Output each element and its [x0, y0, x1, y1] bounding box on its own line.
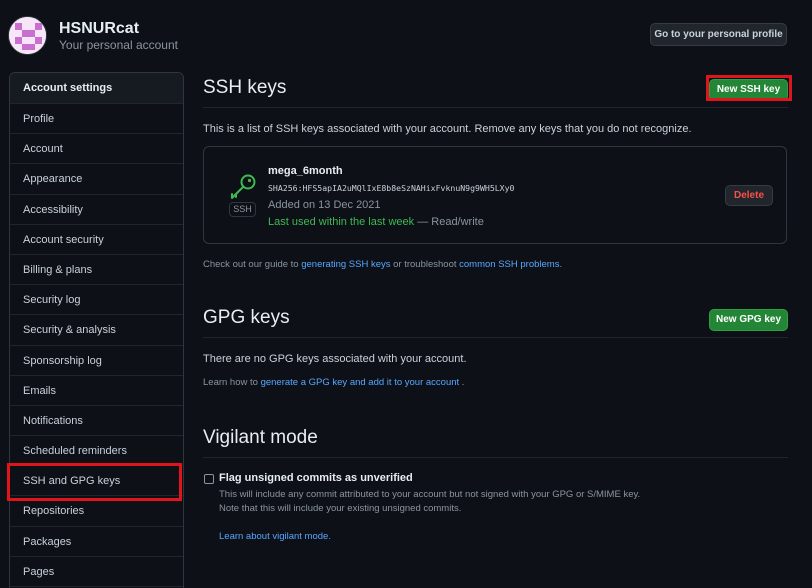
- delete-ssh-key-button[interactable]: Delete: [725, 185, 773, 206]
- gpg-learn-prefix: Learn how to: [203, 377, 258, 388]
- ssh-guide-middle: or troubleshoot: [393, 259, 457, 270]
- sidebar-item-emails[interactable]: Emails: [10, 376, 183, 406]
- ssh-guide-suffix: .: [559, 259, 563, 270]
- vigilant-mode-title: Vigilant mode: [203, 427, 318, 448]
- sidebar-item-repositories[interactable]: Repositories: [10, 496, 183, 527]
- gpg-learn-suffix: .: [461, 377, 465, 388]
- ssh-guide-text: Check out our guide to generating SSH ke…: [203, 259, 562, 270]
- sidebar-item-security-log[interactable]: Security log: [10, 285, 183, 316]
- new-gpg-key-button[interactable]: New GPG key: [709, 309, 788, 331]
- sidebar-item-appearance[interactable]: Appearance: [10, 164, 183, 195]
- ssh-key-added-date: Added on 13 Dec 2021: [268, 199, 381, 211]
- user-header: HSNURcat Your personal account: [8, 16, 178, 55]
- sidebar-heading: Account settings: [10, 73, 183, 104]
- sidebar-item-ssh-gpg-keys[interactable]: SSH and GPG keys: [10, 466, 183, 497]
- sidebar-item-sponsorship-log[interactable]: Sponsorship log: [10, 346, 183, 376]
- sidebar-item-packages[interactable]: Packages: [10, 527, 183, 557]
- sidebar-item-scheduled-reminders[interactable]: Scheduled reminders: [10, 436, 183, 467]
- username[interactable]: HSNURcat: [59, 19, 178, 38]
- sidebar-item-profile[interactable]: Profile: [10, 104, 183, 135]
- generating-ssh-keys-link[interactable]: generating SSH keys: [301, 259, 390, 270]
- sidebar-item-billing[interactable]: Billing & plans: [10, 255, 183, 286]
- ssh-key-usage: Last used within the last week — Read/wr…: [268, 216, 484, 228]
- settings-sidebar: Account settings Profile Account Appeara…: [9, 72, 184, 588]
- key-icon: [228, 173, 258, 204]
- sidebar-item-security-analysis[interactable]: Security & analysis: [10, 315, 183, 346]
- generate-gpg-key-link[interactable]: generate a GPG key and add it to your ac…: [261, 377, 460, 388]
- ssh-description: This is a list of SSH keys associated wi…: [203, 123, 692, 135]
- learn-vigilant-mode-link[interactable]: Learn about vigilant mode.: [219, 531, 331, 542]
- gpg-empty-text: There are no GPG keys associated with yo…: [203, 353, 467, 365]
- vigilant-section-header: Vigilant mode: [203, 422, 788, 458]
- avatar[interactable]: [8, 16, 47, 55]
- flag-unsigned-commits-checkbox[interactable]: [204, 474, 214, 484]
- common-ssh-problems-link[interactable]: common SSH problems: [459, 259, 559, 270]
- ssh-key-last-used: Last used within the last week: [268, 216, 415, 228]
- gpg-section-header: GPG keys New GPG key: [203, 302, 788, 338]
- ssh-key-name: mega_6month: [268, 165, 343, 177]
- gpg-keys-title: GPG keys: [203, 307, 290, 328]
- ssh-section-header: SSH keys New SSH key: [203, 72, 788, 108]
- sidebar-item-pages[interactable]: Pages: [10, 557, 183, 587]
- account-subtitle: Your personal account: [59, 37, 178, 52]
- ssh-badge: SSH: [229, 202, 256, 217]
- ssh-guide-prefix: Check out our guide to: [203, 259, 299, 270]
- sidebar-item-account[interactable]: Account: [10, 134, 183, 165]
- main-content: SSH keys New SSH key This is a list of S…: [203, 72, 788, 542]
- sidebar-item-notifications[interactable]: Notifications: [10, 406, 183, 437]
- gpg-learn-text: Learn how to generate a GPG key and add …: [203, 377, 464, 388]
- sidebar-item-accessibility[interactable]: Accessibility: [10, 195, 183, 225]
- vigilant-help-line2: Note that this will include your existin…: [219, 503, 462, 514]
- go-to-profile-button[interactable]: Go to your personal profile: [650, 23, 787, 46]
- ssh-key-card: SSH mega_6month SHA256:HFS5apIA2uMQlIxE8…: [203, 146, 787, 244]
- new-ssh-key-button[interactable]: New SSH key: [709, 79, 788, 101]
- ssh-keys-title: SSH keys: [203, 77, 287, 98]
- vigilant-help-line1: This will include any commit attributed …: [219, 489, 641, 500]
- flag-unsigned-commits-label[interactable]: Flag unsigned commits as unverified: [219, 472, 413, 484]
- ssh-key-fingerprint: SHA256:HFS5apIA2uMQlIxE8b8eSzNAHixFvknuN…: [268, 183, 515, 193]
- ssh-key-access: — Read/write: [417, 216, 484, 228]
- sidebar-item-account-security[interactable]: Account security: [10, 225, 183, 255]
